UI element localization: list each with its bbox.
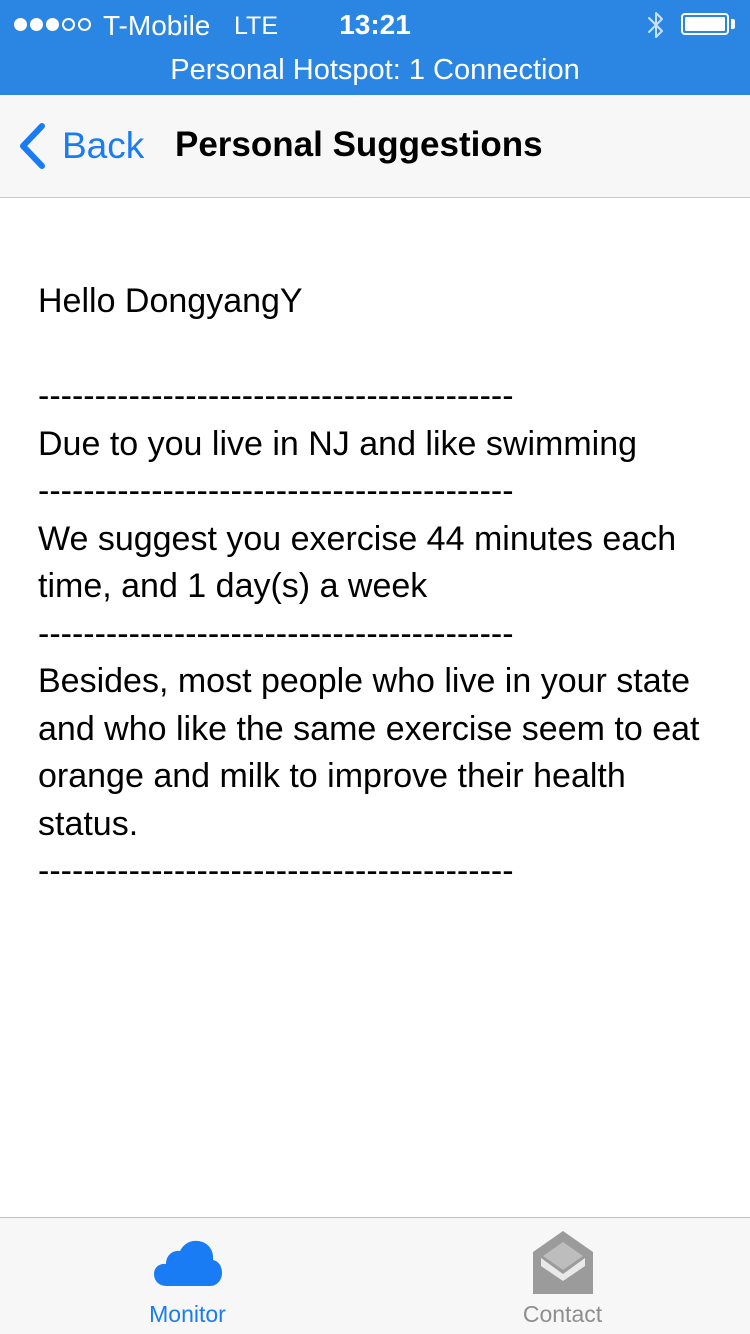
- suggestions-text: Hello DongyangY ------------------------…: [38, 278, 718, 896]
- text-divider: ----------------------------------------…: [38, 614, 514, 653]
- page-title: Personal Suggestions: [175, 125, 543, 164]
- tab-monitor[interactable]: Monitor: [0, 1218, 375, 1334]
- phone-screen: T-Mobile LTE 13:21 Personal Hotspot: 1 C…: [0, 0, 750, 1334]
- hotspot-banner[interactable]: Personal Hotspot: 1 Connection: [0, 52, 750, 88]
- greeting-text: Hello DongyangY: [38, 282, 303, 320]
- text-divider: ----------------------------------------…: [38, 377, 514, 415]
- tab-contact-label: Contact: [522, 1301, 603, 1327]
- text-divider: ----------------------------------------…: [38, 852, 514, 890]
- tab-contact[interactable]: Contact: [375, 1218, 750, 1334]
- status-bar: T-Mobile LTE 13:21: [0, 0, 750, 50]
- bluetooth-icon: [648, 12, 663, 38]
- text-divider: ----------------------------------------…: [38, 472, 514, 510]
- battery-icon: [681, 13, 729, 35]
- status-area: T-Mobile LTE 13:21 Personal Hotspot: 1 C…: [0, 0, 750, 95]
- back-button[interactable]: Back: [16, 119, 144, 173]
- suggestion-text: We suggest you exercise 44 minutes each …: [38, 519, 686, 606]
- tab-bar: Monitor Contact: [0, 1217, 750, 1334]
- navigation-bar: Back Personal Suggestions: [0, 95, 750, 198]
- besides-text: Besides, most people who live in your st…: [38, 662, 709, 843]
- cloud-icon: [153, 1240, 222, 1286]
- chevron-left-icon: [20, 123, 45, 169]
- battery-level: [685, 17, 725, 31]
- status-time: 13:21: [339, 9, 411, 40]
- envelope-icon: [532, 1231, 593, 1294]
- reason-text: Due to you live in NJ and like swimming: [38, 424, 638, 463]
- battery-tip: [731, 19, 735, 29]
- tab-monitor-label: Monitor: [149, 1301, 226, 1327]
- back-label: Back: [62, 125, 145, 166]
